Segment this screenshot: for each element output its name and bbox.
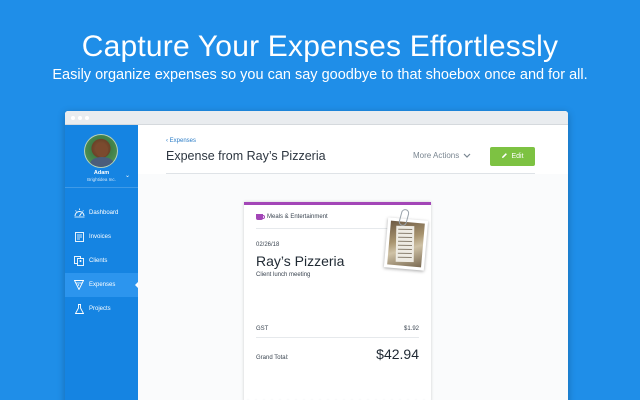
sidebar-item-label: Invoices — [89, 234, 112, 240]
receipt-vendor: Ray’s Pizzeria — [256, 253, 345, 269]
sidebar-item-projects[interactable]: Projects — [65, 297, 138, 321]
receipt-photo-thumbnail[interactable] — [383, 217, 429, 271]
sidebar-item-label: Clients — [89, 258, 108, 264]
more-actions-label: More Actions — [413, 151, 460, 160]
sidebar-divider — [65, 187, 138, 188]
receipt-category-bar — [244, 202, 431, 205]
app-window: Adam Brightidea Inc. ⌄ Dashboard Invoice… — [65, 111, 568, 400]
chevron-down-icon[interactable]: ⌄ — [125, 172, 130, 179]
sidebar-item-label: Expenses — [89, 282, 116, 288]
breadcrumb[interactable]: ‹ Expenses — [166, 138, 196, 144]
sidebar: Adam Brightidea Inc. ⌄ Dashboard Invoice… — [65, 125, 139, 400]
coffee-cup-icon — [256, 214, 265, 220]
clients-icon — [73, 255, 85, 267]
sidebar-item-clients[interactable]: Clients — [65, 249, 138, 273]
receipt-description: Client lunch meeting — [256, 272, 311, 278]
invoices-icon — [73, 231, 85, 243]
expenses-icon — [73, 279, 85, 291]
sidebar-item-label: Dashboard — [89, 210, 119, 216]
receipt-date: 02/26/18 — [256, 242, 280, 248]
hero-title: Capture Your Expenses Effortlessly — [81, 30, 559, 63]
page-title: Expense from Ray’s Pizzeria — [166, 149, 326, 163]
receipt-category: Meals & Entertainment — [256, 214, 328, 220]
edit-label: Edit — [511, 153, 524, 160]
sidebar-item-expenses[interactable]: Expenses — [65, 273, 139, 297]
header-divider — [166, 173, 535, 174]
receipt-total-row: Grand Total: $42.94 — [256, 346, 419, 362]
category-label: Meals & Entertainment — [267, 214, 328, 220]
sidebar-item-invoices[interactable]: Invoices — [65, 225, 138, 249]
hero-subtitle: Easily organize expenses so you can say … — [52, 67, 588, 83]
window-dot-close[interactable] — [71, 116, 75, 120]
window-titlebar — [65, 111, 568, 125]
avatar[interactable] — [84, 134, 118, 168]
tax-label: GST — [256, 326, 269, 332]
sidebar-item-dashboard[interactable]: Dashboard — [65, 201, 138, 225]
tax-value: $1.92 — [403, 326, 419, 332]
pencil-icon — [501, 152, 508, 161]
receipt-divider — [256, 337, 419, 338]
total-value: $42.94 — [376, 346, 419, 362]
receipt-tax-row: GST $1.92 — [256, 326, 419, 332]
window-dot-minimize[interactable] — [78, 116, 82, 120]
dashboard-icon — [73, 207, 85, 219]
total-label: Grand Total: — [256, 355, 289, 361]
sidebar-item-label: Projects — [89, 306, 111, 312]
chevron-down-icon — [463, 151, 471, 160]
edit-button[interactable]: Edit — [490, 147, 535, 166]
more-actions-button[interactable]: More Actions — [413, 151, 471, 160]
window-dot-maximize[interactable] — [85, 116, 89, 120]
projects-icon — [73, 303, 85, 315]
main-content: ‹ Expenses Expense from Ray’s Pizzeria M… — [138, 125, 568, 400]
